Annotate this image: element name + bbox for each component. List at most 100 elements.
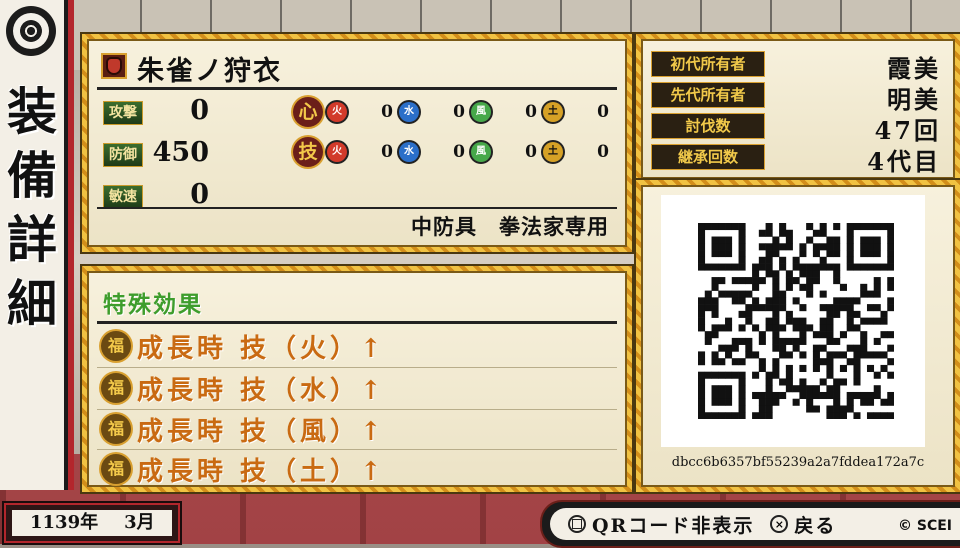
qr-module — [731, 297, 739, 305]
qr-module — [839, 405, 847, 413]
qr-module — [812, 229, 820, 237]
qr-module — [833, 277, 841, 285]
qr-module — [799, 317, 807, 325]
cross-button-icon[interactable]: × — [770, 515, 789, 533]
qr-module — [738, 250, 746, 258]
qr-module — [806, 391, 814, 400]
qr-module — [846, 256, 854, 264]
qr-module — [792, 256, 800, 264]
qr-module — [866, 351, 875, 359]
wind-element-icon: 風 — [471, 142, 491, 162]
qr-module — [887, 412, 894, 419]
qr-module — [826, 391, 834, 400]
qr-module — [826, 324, 834, 332]
qr-module — [779, 223, 787, 231]
qr-module — [887, 223, 894, 231]
qr-module — [826, 412, 834, 419]
qr-module — [826, 317, 834, 325]
qr-module — [866, 263, 875, 271]
affinity-heart-earth: 0 — [597, 102, 609, 122]
qr-module — [779, 256, 787, 264]
qr-module — [785, 243, 793, 251]
qr-module — [819, 223, 827, 231]
qr-module — [785, 337, 793, 345]
qr-module — [812, 385, 820, 393]
qr-module — [812, 270, 820, 278]
qr-module — [812, 277, 820, 285]
qr-module — [758, 243, 766, 251]
qr-module — [731, 277, 739, 285]
qr-module — [711, 398, 719, 406]
fire-element-icon: 火 — [327, 102, 347, 122]
qr-module — [853, 310, 861, 318]
qr-module — [887, 331, 894, 339]
qr-module — [711, 331, 719, 339]
qr-module — [853, 364, 861, 372]
qr-module — [833, 310, 841, 318]
family-crest-icon — [6, 6, 56, 56]
qr-module — [860, 351, 868, 359]
qr-module — [765, 250, 773, 258]
qr-module — [698, 378, 706, 386]
qr-module — [799, 250, 807, 258]
qr-module — [866, 317, 875, 325]
affinity-skill-fire: 0 — [381, 142, 393, 162]
equipment-type: 中防具 拳法家専用 — [411, 214, 609, 239]
qr-module — [806, 398, 814, 406]
owner-info-panel: 初代所有者 霞美 先代所有者 明美 討伐数 47回 継承回数 4代目 — [636, 34, 960, 184]
qr-module — [772, 290, 780, 298]
qr-module — [711, 236, 719, 244]
qr-module — [853, 344, 861, 352]
qr-module — [752, 391, 760, 400]
qr-module — [833, 412, 841, 419]
qr-module — [853, 324, 861, 332]
qr-module — [839, 412, 847, 419]
qr-module — [779, 263, 787, 271]
qr-module — [873, 250, 881, 258]
qr-module — [752, 412, 760, 419]
qr-module — [752, 371, 760, 379]
qr-module — [853, 391, 861, 400]
qr-module — [698, 229, 706, 237]
qr-module — [765, 297, 773, 305]
qr-module — [704, 331, 712, 339]
qr-module — [839, 351, 847, 359]
qr-module — [866, 398, 875, 406]
qr-module — [873, 263, 881, 271]
qr-module — [826, 371, 834, 379]
qr-code-string: dbcc6b6357bf55239a2a7fddea172a7c — [671, 455, 925, 470]
earth-element-icon: 土 — [543, 142, 563, 162]
qr-module — [738, 412, 746, 419]
qr-module — [853, 263, 861, 271]
qr-module — [698, 317, 706, 325]
qr-toggle-button[interactable]: QRコード非表示 — [592, 511, 754, 538]
qr-module — [772, 250, 780, 258]
qr-module — [833, 243, 841, 251]
qr-module — [806, 405, 814, 413]
effect-row: 福 成長時 技（風）↑ — [101, 412, 386, 447]
back-button[interactable]: 戻る — [794, 511, 836, 538]
qr-module — [887, 229, 894, 237]
date-year: 1139年 — [30, 512, 99, 533]
qr-module — [765, 412, 773, 419]
qr-module — [806, 324, 814, 332]
qr-module — [812, 358, 820, 366]
qr-module — [745, 290, 753, 298]
qr-module — [752, 263, 760, 271]
owner-label: 継承回数 — [651, 144, 765, 170]
qr-module — [772, 391, 780, 400]
stat-value-attack: 0 — [190, 95, 209, 126]
qr-module — [718, 391, 726, 400]
qr-module — [792, 277, 800, 285]
qr-module — [846, 243, 854, 251]
qr-module — [873, 337, 881, 345]
qr-module — [785, 229, 793, 237]
square-button-icon[interactable] — [568, 515, 586, 533]
affinity-label-heart: 心 — [293, 97, 323, 127]
qr-module — [860, 223, 868, 231]
qr-module — [779, 229, 787, 237]
qr-module — [826, 405, 834, 413]
qr-module — [853, 378, 861, 386]
qr-module — [752, 270, 760, 278]
qr-module — [860, 331, 868, 339]
